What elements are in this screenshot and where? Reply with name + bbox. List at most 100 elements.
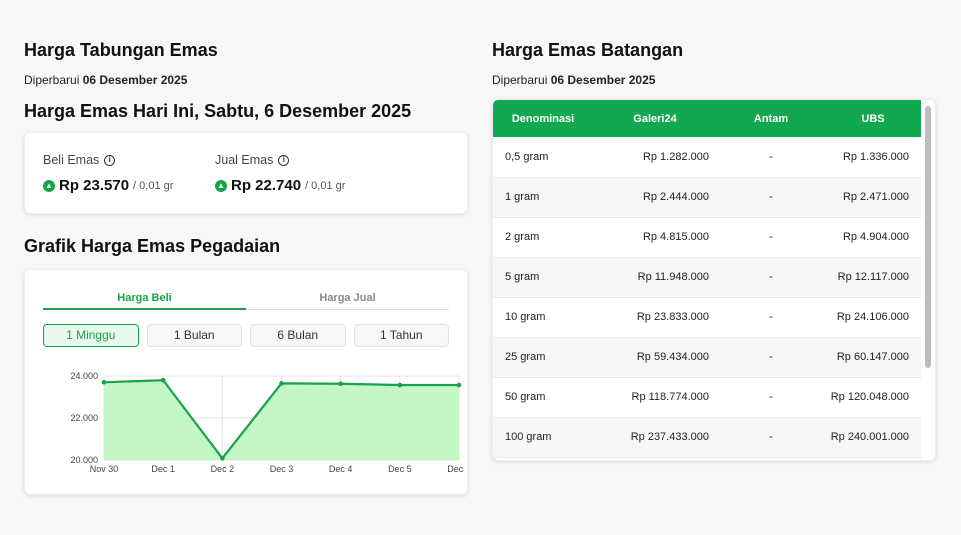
cell-antam: - — [717, 177, 825, 218]
cell-galeri24: Rp 23.833.000 — [593, 297, 717, 338]
cell-denominasi: 2 gram — [493, 217, 593, 258]
tab-harga-jual[interactable]: Harga Jual — [246, 284, 449, 310]
data-point — [397, 382, 403, 388]
updated-prefix: Diperbarui — [24, 73, 80, 87]
table-row: 10 gram Rp 23.833.000- Rp 24.106.000 — [493, 297, 921, 338]
cell-antam: - — [717, 417, 825, 458]
buy-price: Beli Emas i ▲ Rp 23.570 / 0,01 gr — [43, 153, 215, 194]
bullion-title: Harga Emas Batangan — [492, 40, 684, 60]
arrow-up-icon: ▲ — [215, 179, 227, 192]
updated-date: 06 Desember 2025 — [550, 73, 656, 87]
data-point — [101, 380, 107, 385]
savings-section: Harga Tabungan Emas Diperbarui 06 Desemb… — [24, 40, 468, 495]
chart-title: Grafik Harga Emas Pegadaian — [24, 236, 281, 256]
series-area — [104, 380, 459, 460]
cell-denominasi: 25 gram — [493, 337, 593, 378]
cell-galeri24: Rp 59.434.000 — [593, 337, 717, 378]
cell-ubs: Rp 240.001.000 — [825, 417, 921, 458]
data-point — [456, 382, 462, 388]
table-header: Denominasi Galeri24 Antam UBS — [493, 100, 921, 137]
y-tick-label: 24.000 — [70, 371, 98, 381]
data-point — [220, 456, 225, 461]
col-antam: Antam — [753, 112, 789, 125]
chart-card: Harga Beli Harga Jual 1 Minggu 1 Bulan 6… — [24, 269, 468, 495]
table-row: 50 gram Rp 118.774.000- Rp 120.048.000 — [493, 377, 921, 418]
info-icon[interactable]: i — [278, 154, 290, 166]
cell-ubs: Rp 4.904.000 — [825, 217, 921, 258]
cell-galeri24: Rp 237.433.000 — [593, 417, 717, 458]
cell-galeri24: Rp 118.774.000 — [593, 377, 717, 418]
range-selector: 1 Minggu 1 Bulan 6 Bulan 1 Tahun — [43, 324, 449, 347]
cell-denominasi: 5 gram — [493, 257, 593, 298]
x-tick-label: Dec 6 — [447, 464, 463, 474]
price-table: Denominasi Galeri24 Antam UBS 0,5 gram Rp… — [493, 100, 921, 460]
x-tick-label: Dec 3 — [270, 464, 294, 474]
data-point — [160, 377, 166, 383]
table-row: 5 gram Rp 11.948.000- Rp 12.117.000 — [493, 257, 921, 298]
table-row: 1 gram Rp 2.444.000- Rp 2.471.000 — [493, 177, 921, 218]
y-tick-label: 22.000 — [70, 413, 98, 423]
today-title: Harga Emas Hari Ini, Sabtu, 6 Desember 2… — [24, 101, 412, 121]
cell-denominasi: 10 gram — [493, 297, 593, 338]
table-row: 100 gram Rp 237.433.000- Rp 240.001.000 — [493, 417, 921, 458]
cell-denominasi: 250 gram — [493, 457, 593, 460]
price-chart: 24.00022.00020.000Nov 30 Dec 1 Dec 2 Dec 3D… — [70, 371, 463, 474]
range-1-minggu[interactable]: 1 Minggu — [43, 324, 139, 347]
cell-galeri24: Rp 4.815.000 — [593, 217, 717, 258]
range-1-bulan[interactable]: 1 Bulan — [146, 324, 242, 347]
cell-denominasi: 50 gram — [493, 377, 593, 418]
sell-unit: / 0,01 gr — [305, 179, 346, 192]
price-table-card: Denominasi Galeri24 Antam UBS 0,5 gram Rp… — [492, 99, 936, 461]
bullion-section: Harga Emas Batangan Diperbarui 06 Desemb… — [492, 40, 936, 461]
buy-unit: / 0,01 gr — [133, 179, 174, 192]
x-tick-label: Dec 1 — [151, 464, 175, 474]
cell-galeri24: Rp 1.282.000 — [593, 137, 717, 178]
cell-ubs: Rp 2.471.000 — [825, 177, 921, 218]
cell-galeri24 — [593, 457, 717, 460]
table-row: 250 gram — [493, 457, 921, 460]
savings-title: Harga Tabungan Emas — [24, 40, 218, 60]
cell-ubs: Rp 1.336.000 — [825, 137, 921, 178]
savings-updated: Diperbarui 06 Desember 2025 — [24, 73, 468, 87]
col-denominasi: Denominasi — [511, 112, 575, 125]
cell-denominasi: 1 gram — [493, 177, 593, 218]
sell-value: Rp 22.740 — [231, 177, 302, 194]
cell-denominasi: 0,5 gram — [493, 137, 593, 178]
cell-antam: - — [717, 257, 825, 298]
range-6-bulan[interactable]: 6 Bulan — [250, 324, 346, 347]
cell-ubs: Rp 12.117.000 — [825, 257, 921, 298]
buy-value: Rp 23.570 — [59, 177, 130, 194]
cell-galeri24: Rp 11.948.000 — [593, 257, 717, 298]
x-tick-label: Dec 5 — [388, 464, 412, 474]
arrow-up-icon: ▲ — [43, 179, 55, 192]
x-tick-label: Nov 30 — [90, 464, 119, 474]
buy-label: Beli Emas — [43, 153, 100, 167]
cell-ubs: Rp 120.048.000 — [825, 377, 921, 418]
sell-price: Jual Emas i ▲ Rp 22.740 / 0,01 gr — [215, 153, 387, 194]
bullion-updated: Diperbarui 06 Desember 2025 — [492, 73, 936, 87]
table-scrollbar[interactable] — [925, 106, 931, 368]
cell-antam: - — [717, 377, 825, 418]
cell-galeri24: Rp 2.444.000 — [593, 177, 717, 218]
price-tabs: Harga Beli Harga Jual — [43, 284, 449, 310]
price-card: Beli Emas i ▲ Rp 23.570 / 0,01 gr Jual E… — [24, 132, 468, 214]
updated-prefix: Diperbarui — [492, 73, 548, 87]
cell-antam — [717, 457, 825, 460]
table-row: 2 gram Rp 4.815.000- Rp 4.904.000 — [493, 217, 921, 258]
cell-antam: - — [717, 137, 825, 178]
sell-label: Jual Emas — [215, 153, 274, 167]
col-galeri24: Galeri24 — [633, 112, 677, 125]
tab-harga-beli[interactable]: Harga Beli — [43, 284, 246, 310]
col-ubs: UBS — [861, 112, 885, 125]
table-row: 0,5 gram Rp 1.282.000- Rp 1.336.000 — [493, 137, 921, 178]
x-tick-label: Dec 4 — [329, 464, 353, 474]
data-point — [279, 381, 284, 386]
cell-ubs — [825, 457, 921, 460]
cell-ubs: Rp 60.147.000 — [825, 337, 921, 378]
table-row: 25 gram Rp 59.434.000- Rp 60.147.000 — [493, 337, 921, 378]
info-icon[interactable]: i — [104, 154, 116, 166]
x-tick-label: Dec 2 — [211, 464, 235, 474]
range-1-tahun[interactable]: 1 Tahun — [353, 324, 449, 347]
cell-denominasi: 100 gram — [493, 417, 593, 458]
data-point — [338, 381, 343, 387]
